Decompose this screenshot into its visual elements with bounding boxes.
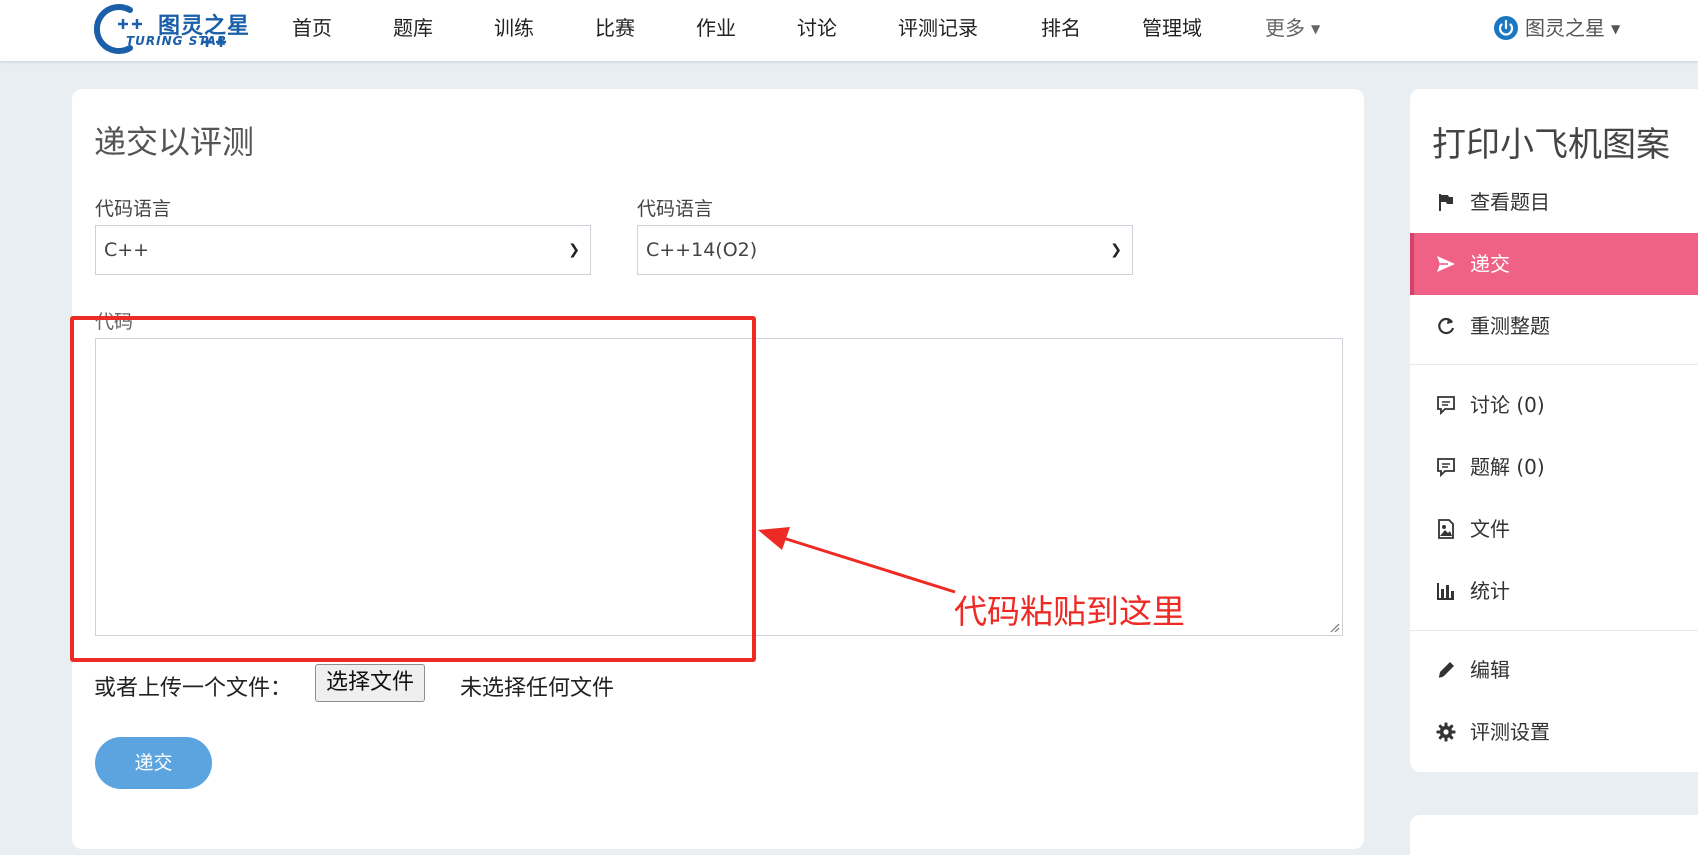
sidebar-item-edit[interactable]: 编辑	[1410, 639, 1698, 701]
bar-chart-icon	[1437, 583, 1454, 600]
resize-handle-icon[interactable]	[1328, 621, 1340, 633]
sidebar-item-label: 查看题目	[1470, 190, 1550, 214]
language-select-value: C++	[104, 239, 150, 261]
problem-sidebar: 打印小飞机图案 查看题目 递交 重测整题 讨论 (0) 题解 (0) 文件 统计…	[1410, 89, 1698, 772]
sidebar-item-solutions[interactable]: 题解 (0)	[1410, 436, 1698, 498]
user-menu[interactable]: 图灵之星 ▼	[1493, 0, 1620, 56]
chevron-down-icon: ▼	[1311, 22, 1321, 36]
annotation-highlight-box	[70, 316, 756, 662]
site-logo[interactable]: 图灵之星 TURING STAR	[90, 2, 250, 56]
upload-label: 或者上传一个文件：	[94, 676, 293, 701]
language-select[interactable]: C++ ❯	[95, 225, 591, 275]
language-version-select-value: C++14(O2)	[646, 239, 758, 261]
sidebar-item-view-problem[interactable]: 查看题目	[1410, 171, 1698, 233]
sidebar-item-statistics[interactable]: 统计	[1410, 560, 1698, 622]
chevron-down-icon: ❯	[568, 242, 580, 258]
nav-domain-manage[interactable]: 管理域	[1142, 0, 1202, 56]
sidebar-item-label: 讨论 (0)	[1470, 393, 1545, 417]
nav-more-label: 更多	[1265, 16, 1305, 40]
language-label: 代码语言	[95, 198, 172, 220]
sidebar-item-submit[interactable]: 递交	[1410, 233, 1698, 295]
language-version-label: 代码语言	[637, 198, 714, 220]
top-navbar: 图灵之星 TURING STAR 首页 题库 训练 比赛 作业 讨论 评测记录 …	[0, 0, 1698, 61]
nav-training[interactable]: 训练	[494, 0, 534, 56]
sidebar-divider	[1410, 364, 1698, 365]
image-file-icon	[1438, 519, 1454, 539]
sidebar-item-label: 递交	[1470, 252, 1510, 276]
nav-ranking[interactable]: 排名	[1041, 0, 1081, 56]
language-version-select[interactable]: C++14(O2) ❯	[637, 225, 1133, 275]
sidebar-item-label: 评测设置	[1470, 720, 1550, 744]
sidebar-item-label: 编辑	[1470, 658, 1510, 682]
nav-more[interactable]: 更多 ▼	[1265, 0, 1320, 56]
refresh-icon	[1438, 317, 1455, 335]
sidebar-divider	[1410, 630, 1698, 631]
sidebar-item-discussion[interactable]: 讨论 (0)	[1410, 374, 1698, 436]
page-title: 递交以评测	[94, 123, 255, 161]
sidebar-item-label: 重测整题	[1470, 314, 1550, 338]
annotation-text: 代码粘贴到这里	[954, 592, 1185, 631]
nav-records[interactable]: 评测记录	[898, 0, 978, 56]
user-name: 图灵之星	[1525, 16, 1605, 40]
sidebar-item-label: 题解 (0)	[1470, 455, 1545, 479]
send-icon	[1437, 256, 1455, 272]
sidebar-item-label: 统计	[1470, 579, 1510, 603]
sidebar-item-label: 文件	[1470, 517, 1510, 541]
nav-home[interactable]: 首页	[292, 0, 332, 56]
sidebar-secondary-card	[1410, 815, 1698, 855]
power-icon	[1494, 16, 1518, 40]
submit-button[interactable]: 递交	[95, 737, 212, 789]
file-status-text: 未选择任何文件	[460, 676, 615, 701]
comment-icon	[1437, 458, 1455, 477]
sidebar-item-files[interactable]: 文件	[1410, 498, 1698, 560]
gear-icon	[1436, 722, 1456, 742]
nav-problems[interactable]: 题库	[393, 0, 433, 56]
choose-file-button[interactable]: 选择文件	[315, 664, 426, 702]
chevron-down-icon: ❯	[1110, 242, 1122, 258]
pencil-icon	[1438, 662, 1454, 678]
problem-title: 打印小飞机图案	[1432, 125, 1670, 165]
sidebar-item-judge-settings[interactable]: 评测设置	[1410, 701, 1698, 763]
logo-text-en: TURING STAR	[126, 34, 228, 48]
nav-contest[interactable]: 比赛	[595, 0, 635, 56]
nav-homework[interactable]: 作业	[696, 0, 736, 56]
comment-icon	[1437, 396, 1455, 415]
nav-discussion[interactable]: 讨论	[797, 0, 837, 56]
chevron-down-icon: ▼	[1611, 22, 1621, 36]
sidebar-item-rejudge[interactable]: 重测整题	[1410, 295, 1698, 357]
flag-icon	[1439, 194, 1453, 211]
